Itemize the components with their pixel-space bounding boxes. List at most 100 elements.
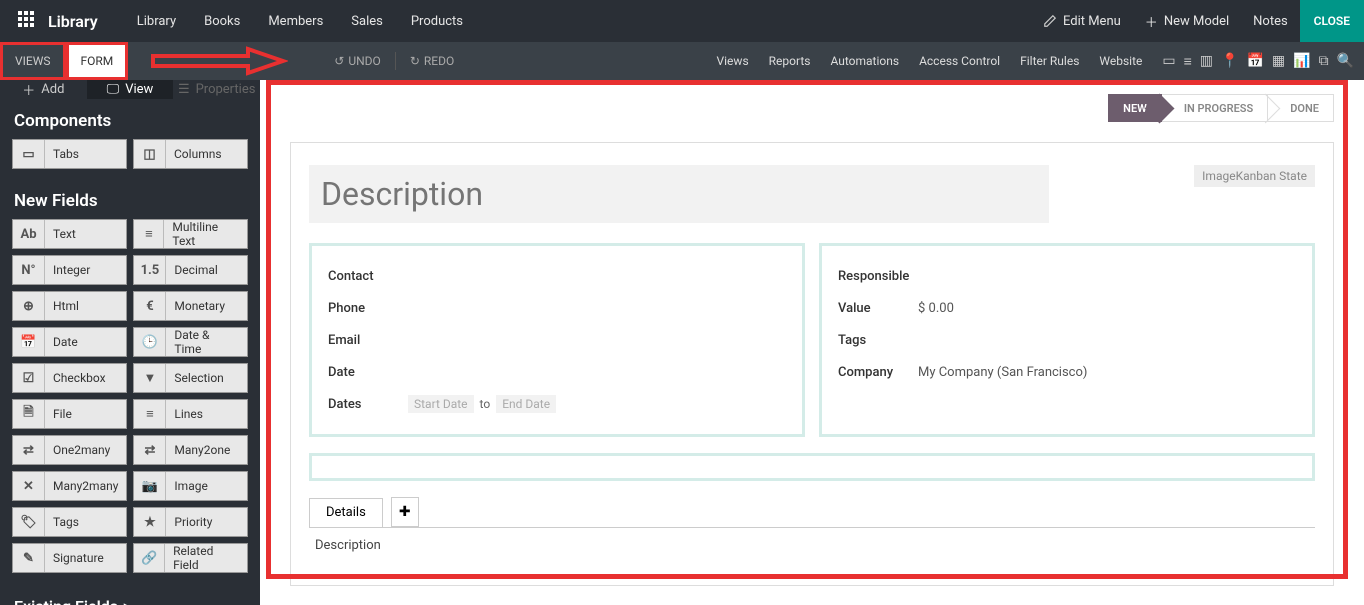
- tile-icon: ≡: [134, 220, 164, 248]
- field-tile-tags[interactable]: 🏷Tags: [12, 507, 127, 537]
- calendar-view-icon[interactable]: 📅: [1246, 53, 1263, 69]
- mode-view[interactable]: 🖵View: [87, 80, 174, 99]
- label-tags: Tags: [838, 333, 918, 348]
- undo-button[interactable]: ↺UNDO: [328, 54, 387, 68]
- field-tile-monetary[interactable]: €Monetary: [133, 291, 248, 321]
- components-heading: Components: [0, 99, 260, 139]
- field-tile-many2one[interactable]: ⇄Many2one: [133, 435, 248, 465]
- tile-icon: ⊕: [13, 292, 45, 320]
- redo-icon: ↻: [410, 54, 420, 68]
- menu-members[interactable]: Members: [254, 14, 337, 29]
- link-access-control[interactable]: Access Control: [909, 54, 1010, 68]
- tile-label: Many2one: [166, 443, 238, 457]
- component-tile-tabs[interactable]: ▭Tabs: [12, 139, 127, 169]
- plus-icon: ＋: [1145, 12, 1158, 31]
- start-date-input[interactable]: Start Date: [408, 395, 474, 413]
- monitor-icon: 🖵: [107, 82, 120, 97]
- tile-icon: 🔗: [134, 544, 165, 572]
- field-tile-selection[interactable]: ▼Selection: [133, 363, 248, 393]
- mode-add[interactable]: ＋Add: [0, 80, 87, 99]
- map-view-icon[interactable]: 📍: [1221, 53, 1238, 69]
- chevron-right-icon: ▸: [124, 597, 132, 605]
- undo-icon: ↺: [334, 54, 344, 68]
- pivot-view-icon[interactable]: ▦: [1272, 53, 1285, 69]
- edit-menu-button[interactable]: Edit Menu: [1031, 14, 1133, 29]
- annotation-arrow: [148, 46, 288, 76]
- tile-icon: ▭: [13, 140, 45, 168]
- tile-icon: ✎: [13, 544, 45, 572]
- field-tile-signature[interactable]: ✎Signature: [12, 543, 127, 573]
- mode-properties[interactable]: ☰Properties: [173, 80, 260, 99]
- form-tab[interactable]: FORM: [66, 42, 129, 80]
- tile-label: Tabs: [45, 147, 87, 161]
- component-tile-columns[interactable]: ◫Columns: [133, 139, 248, 169]
- redo-button[interactable]: ↻REDO: [404, 54, 460, 68]
- title-input[interactable]: [309, 165, 1049, 223]
- add-tab-button[interactable]: ✚: [391, 497, 419, 527]
- views-tab[interactable]: VIEWS: [0, 42, 66, 80]
- menu-books[interactable]: Books: [190, 14, 254, 29]
- dropzone-band[interactable]: [309, 453, 1315, 481]
- menu-sales[interactable]: Sales: [337, 14, 397, 29]
- tile-icon: 🗎: [13, 400, 45, 428]
- field-tile-related-field[interactable]: 🔗Related Field: [133, 543, 248, 573]
- tile-label: Multiline Text: [164, 220, 247, 248]
- status-in-progress[interactable]: IN PROGRESS: [1162, 94, 1268, 122]
- tab-details[interactable]: Details: [309, 498, 383, 528]
- graph-view-icon[interactable]: 📊: [1293, 53, 1310, 69]
- search-view-icon[interactable]: 🔍: [1337, 53, 1354, 69]
- tile-label: Html: [45, 299, 87, 313]
- field-tile-one2many[interactable]: ⇄One2many: [12, 435, 127, 465]
- tile-icon: ▼: [134, 364, 166, 392]
- existing-fields-toggle[interactable]: Existing Fields▸: [0, 583, 260, 605]
- field-tile-html[interactable]: ⊕Html: [12, 291, 127, 321]
- label-email: Email: [328, 333, 408, 348]
- tile-icon: Ab: [13, 220, 45, 248]
- field-tile-multiline-text[interactable]: ≡Multiline Text: [133, 219, 248, 249]
- tile-label: Checkbox: [45, 371, 114, 385]
- form-view-icon[interactable]: ▭: [1162, 53, 1175, 69]
- label-value: Value: [838, 301, 918, 316]
- tile-label: File: [45, 407, 80, 421]
- field-tile-integer[interactable]: N°Integer: [12, 255, 127, 285]
- field-tile-image[interactable]: 📷Image: [133, 471, 248, 501]
- link-reports[interactable]: Reports: [759, 54, 821, 68]
- apps-grid-icon[interactable]: [18, 11, 38, 31]
- kanban-view-icon[interactable]: ▥: [1200, 53, 1213, 69]
- list-view-icon[interactable]: ≡: [1184, 53, 1192, 70]
- image-kanban-placeholder[interactable]: ImageKanban State: [1194, 165, 1315, 187]
- activity-view-icon[interactable]: ⧉: [1319, 53, 1329, 69]
- link-website[interactable]: Website: [1089, 54, 1152, 68]
- field-tile-file[interactable]: 🗎File: [12, 399, 127, 429]
- new-model-button[interactable]: ＋New Model: [1133, 12, 1241, 31]
- label-responsible: Responsible: [838, 269, 918, 284]
- tile-label: One2many: [45, 443, 118, 457]
- field-tile-date[interactable]: 📅Date: [12, 327, 127, 357]
- pencil-icon: [1043, 14, 1057, 28]
- field-tile-text[interactable]: AbText: [12, 219, 127, 249]
- field-tile-lines[interactable]: ≡Lines: [133, 399, 248, 429]
- plus-icon: ＋: [22, 80, 35, 99]
- tile-label: Date: [45, 335, 86, 349]
- field-tile-date-time[interactable]: 🕒Date & Time: [133, 327, 248, 357]
- link-filter-rules[interactable]: Filter Rules: [1010, 54, 1089, 68]
- tile-label: Columns: [166, 147, 230, 161]
- tile-label: Monetary: [166, 299, 233, 313]
- field-tile-many2many[interactable]: ✕Many2many: [12, 471, 127, 501]
- value-value: $ 0.00: [918, 301, 954, 316]
- field-tile-checkbox[interactable]: ☑Checkbox: [12, 363, 127, 393]
- link-views[interactable]: Views: [707, 54, 759, 68]
- app-brand: Library: [48, 12, 98, 31]
- close-button[interactable]: CLOSE: [1300, 0, 1364, 42]
- menu-products[interactable]: Products: [397, 14, 477, 29]
- field-tile-decimal[interactable]: 1.5Decimal: [133, 255, 248, 285]
- tile-label: Image: [166, 479, 215, 493]
- label-contact: Contact: [328, 269, 408, 284]
- notes-button[interactable]: Notes: [1241, 14, 1300, 29]
- tile-label: Lines: [166, 407, 211, 421]
- menu-library[interactable]: Library: [123, 14, 190, 29]
- link-automations[interactable]: Automations: [820, 54, 909, 68]
- field-tile-priority[interactable]: ★Priority: [133, 507, 248, 537]
- end-date-input[interactable]: End Date: [496, 395, 556, 413]
- status-new[interactable]: NEW: [1108, 94, 1162, 122]
